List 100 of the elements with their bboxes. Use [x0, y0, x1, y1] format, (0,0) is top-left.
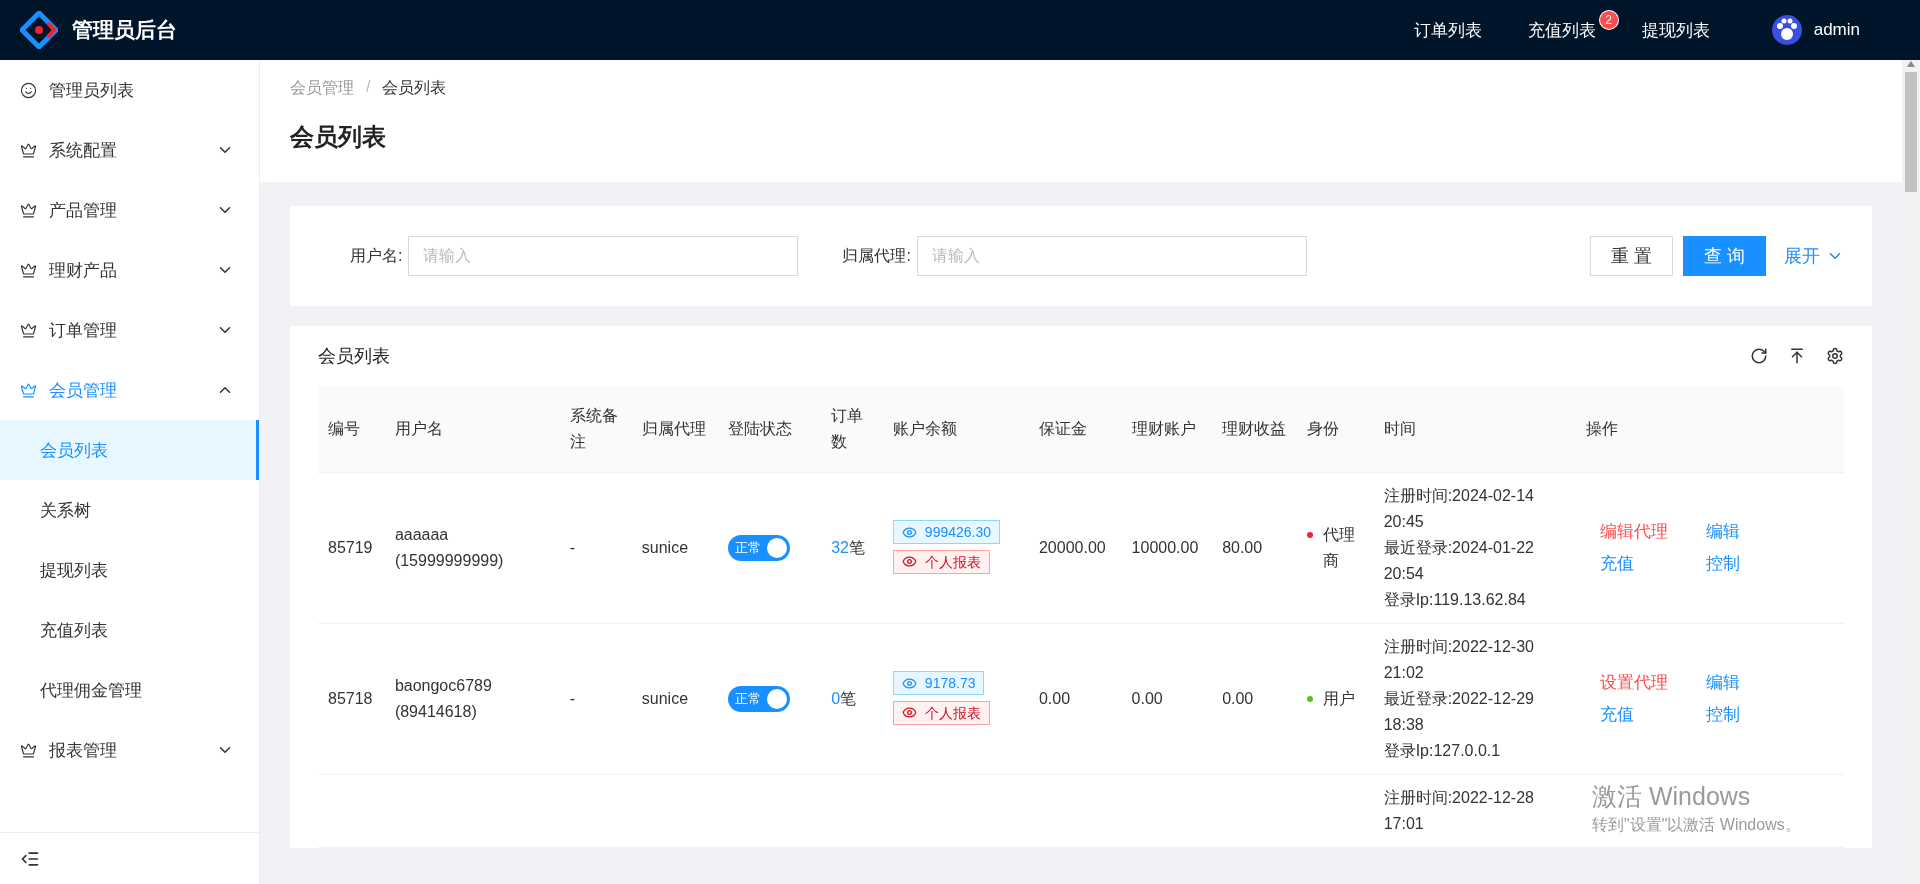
count-badge: 2 — [1599, 10, 1618, 29]
column-header: 账户余额 — [882, 386, 1029, 472]
time-text: 20:45 — [1383, 511, 1425, 532]
status-switch[interactable]: 正常 — [728, 534, 791, 561]
submenu-item[interactable]: 代理佣金管理 — [0, 660, 259, 720]
menu-group[interactable]: 会员管理 — [0, 360, 259, 420]
activation-text: 转到"设置"以激活 Windows。 — [1592, 815, 1801, 835]
breadcrumb-item: 会员列表 — [382, 78, 447, 98]
report-tag[interactable]: 个人报表 — [892, 549, 990, 574]
table-cell-text: 0.00 — [1131, 688, 1164, 709]
balance-tag[interactable]: 9178.73 — [892, 671, 985, 695]
breadcrumb-item[interactable]: 会员管理 — [290, 78, 354, 99]
scroll-thumb[interactable] — [1905, 72, 1917, 192]
time-text: 登录Ip:119.13.62.84 — [1383, 589, 1527, 610]
menu-group[interactable]: 产品管理 — [0, 180, 259, 240]
role-text: 用户 — [1322, 688, 1355, 709]
column-header: 理财收益 — [1212, 386, 1297, 472]
username: baongoc6789 — [394, 675, 493, 696]
table-title: 会员列表 — [318, 345, 391, 368]
avatar-icon — [1771, 15, 1802, 45]
scrollbar[interactable] — [1902, 60, 1920, 884]
eye-icon — [901, 554, 917, 569]
column-header: 归属代理 — [631, 386, 719, 472]
expand-link[interactable]: 展开 — [1784, 244, 1844, 268]
settings-icon[interactable] — [1826, 347, 1844, 365]
time-text: 注册时间:2022-12-28 — [1383, 787, 1535, 808]
balance-tag[interactable]: 999426.30 — [892, 520, 1001, 544]
logo-icon — [20, 11, 58, 49]
action-link[interactable]: 编辑 — [1706, 669, 1741, 696]
submenu-item[interactable]: 会员列表 — [0, 420, 259, 480]
action-link[interactable]: 充值 — [1600, 701, 1669, 728]
column-header: 保证金 — [1028, 386, 1122, 472]
eye-icon — [901, 705, 917, 720]
page-title: 会员列表 — [290, 122, 387, 152]
column-header: 编号 — [318, 386, 385, 472]
menu-group[interactable]: 报表管理 — [0, 720, 259, 780]
table-cell-text: sunice — [641, 688, 690, 709]
status-switch[interactable]: 正常 — [728, 685, 791, 712]
table-cell-text: 10000.00 — [1131, 537, 1200, 558]
unit-label: 笔 — [840, 689, 857, 707]
crown-icon — [20, 141, 37, 159]
action-link[interactable]: 充值 — [1600, 550, 1669, 577]
input-field[interactable]: 请输入 — [408, 236, 799, 276]
report-tag[interactable]: 个人报表 — [892, 700, 990, 725]
phone-number: (15999999999) — [394, 550, 505, 571]
column-header: 登陆状态 — [718, 386, 822, 472]
time-text: 最近登录:2022-12-29 — [1383, 688, 1535, 709]
time-text: 17:01 — [1383, 813, 1425, 834]
field-label: 用户名: — [350, 245, 403, 266]
column-header: 身份 — [1296, 386, 1374, 472]
table-cell-text: 85719 — [328, 537, 374, 558]
crown-icon — [20, 741, 37, 759]
refresh-icon[interactable] — [1750, 347, 1768, 365]
table-cell-text: sunice — [641, 537, 690, 558]
time-text: 18:38 — [1383, 714, 1425, 735]
reset-button[interactable]: 重 置 — [1589, 236, 1673, 276]
user-name[interactable]: admin — [1813, 20, 1860, 40]
table-cell-text: 0.00 — [1222, 688, 1255, 709]
order-count-link[interactable]: 0 — [831, 689, 841, 707]
menu-group[interactable]: 订单管理 — [0, 300, 259, 360]
action-link[interactable]: 设置代理 — [1600, 669, 1669, 696]
time-text: 注册时间:2024-02-14 — [1383, 485, 1535, 506]
row-height-icon[interactable] — [1788, 347, 1806, 365]
column-header: 用户名 — [384, 386, 560, 472]
scroll-up-arrow-icon[interactable] — [1906, 60, 1916, 68]
eye-icon — [901, 675, 917, 691]
action-link[interactable]: 编辑 — [1706, 518, 1741, 545]
username: aaaaaa — [394, 524, 450, 545]
field-label: 归属代理: — [842, 245, 911, 266]
column-header: 理财账户 — [1121, 386, 1213, 472]
unit-label: 笔 — [848, 538, 865, 556]
order-count-link[interactable]: 32 — [831, 538, 849, 556]
submenu-item[interactable]: 关系树 — [0, 480, 259, 540]
time-text: 20:54 — [1383, 563, 1425, 584]
menu-group[interactable]: 系统配置 — [0, 120, 259, 180]
submenu-item[interactable]: 充值列表 — [0, 600, 259, 660]
query-button[interactable]: 查 询 — [1683, 236, 1766, 276]
time-text: 21:02 — [1383, 662, 1425, 683]
role-text: 代理商 — [1322, 524, 1356, 571]
time-text: 最近登录:2024-01-22 — [1383, 537, 1535, 558]
submenu-item[interactable]: 提现列表 — [0, 540, 259, 600]
table-cell-text: - — [569, 688, 577, 709]
action-link[interactable]: 编辑代理 — [1600, 518, 1669, 545]
input-field[interactable]: 请输入 — [916, 236, 1307, 276]
time-text: 登录Ip:127.0.0.1 — [1383, 740, 1502, 761]
menu-item[interactable]: 管理员列表 — [0, 60, 259, 120]
action-link[interactable]: 控制 — [1706, 550, 1741, 577]
breadcrumb-separator: / — [366, 78, 371, 97]
menu-group[interactable]: 理财产品 — [0, 240, 259, 300]
nav-link[interactable]: 提现列表 — [1641, 18, 1710, 42]
table-cell-text: 20000.00 — [1038, 537, 1107, 558]
table-cell-text: 0.00 — [1038, 688, 1072, 709]
action-link[interactable]: 控制 — [1706, 701, 1741, 728]
crown-icon — [20, 381, 37, 399]
crown-icon — [20, 201, 37, 219]
table-cell-text: 80.00 — [1222, 537, 1264, 558]
column-header: 系统备注 — [559, 386, 632, 472]
column-header: 时间 — [1373, 386, 1577, 472]
nav-link[interactable]: 订单列表 — [1413, 18, 1482, 42]
time-text: 注册时间:2022-12-30 — [1383, 636, 1535, 657]
